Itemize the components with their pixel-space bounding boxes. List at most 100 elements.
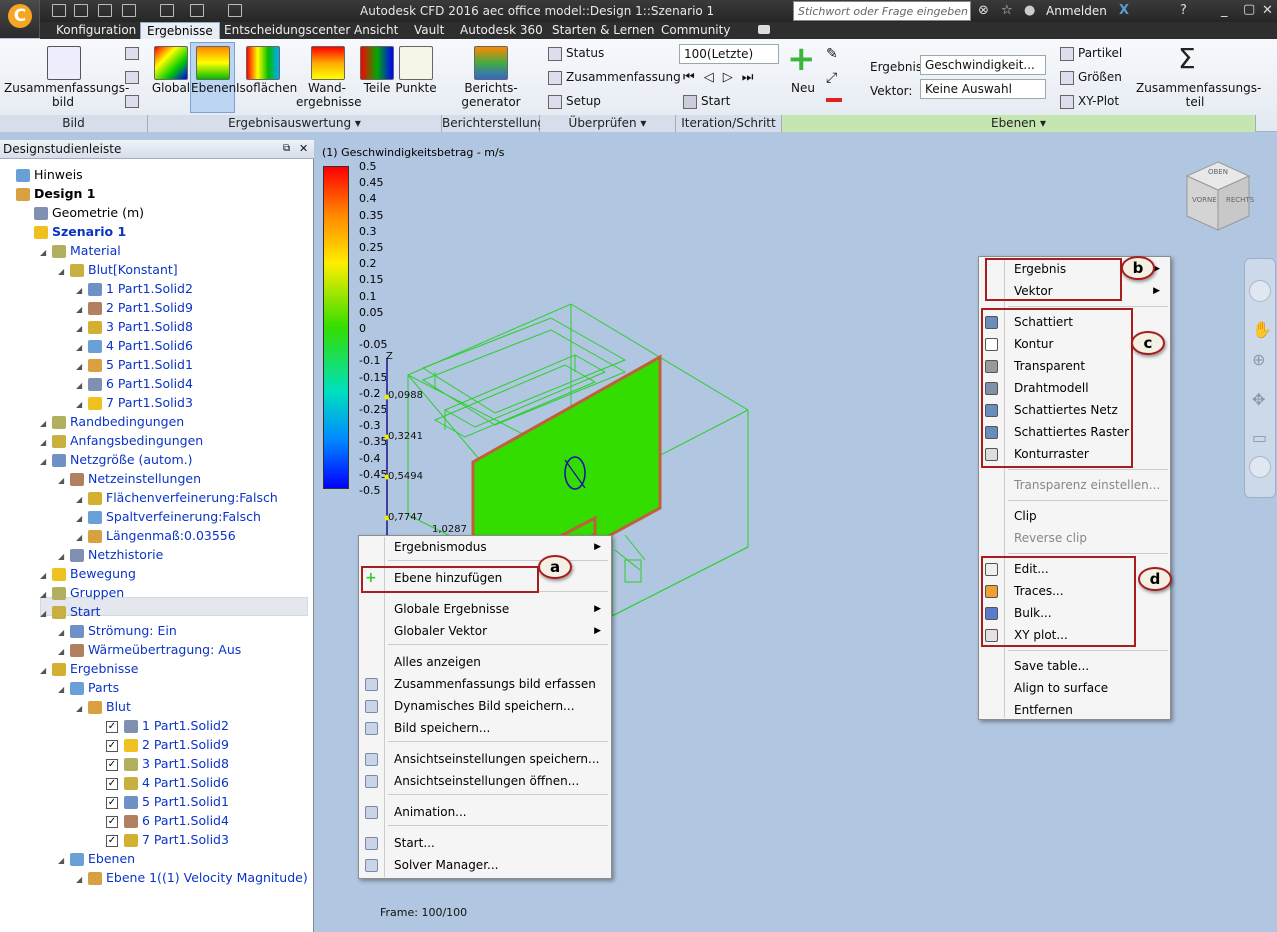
tab-entscheidungscenter[interactable]: Entscheidungscenter bbox=[218, 22, 356, 39]
checkbox[interactable]: ✓ bbox=[106, 796, 118, 809]
expand-arrow-icon[interactable]: ◢ bbox=[58, 680, 66, 699]
tree-item[interactable]: ◢ Material bbox=[4, 241, 312, 260]
tree-item[interactable]: Design 1 bbox=[4, 184, 312, 203]
expand-arrow-icon[interactable]: ◢ bbox=[40, 452, 48, 471]
open-folder-icon[interactable] bbox=[74, 4, 88, 17]
application-menu-button[interactable]: C bbox=[0, 0, 40, 38]
expand-arrow-icon[interactable]: ◢ bbox=[40, 604, 48, 623]
status-button[interactable]: Status bbox=[548, 46, 604, 61]
tree-item[interactable]: ◢ Ergebnisse bbox=[4, 659, 312, 678]
sign-in-link[interactable]: Anmelden bbox=[1046, 4, 1107, 18]
image-icon[interactable] bbox=[125, 95, 139, 108]
menu-item-dynamisches-bild-speichern[interactable]: Dynamisches Bild speichern... bbox=[359, 695, 609, 717]
iteration-nav-icons[interactable]: ⏮◁▷⏭ bbox=[683, 70, 762, 85]
setup-button[interactable]: Setup bbox=[548, 94, 601, 109]
menu-item-entfernen[interactable]: Entfernen bbox=[979, 699, 1168, 721]
tree-item[interactable]: ◢ Flächenverfeinerung:Falsch bbox=[4, 488, 312, 507]
image-icon[interactable] bbox=[125, 47, 139, 60]
settings-icon[interactable] bbox=[1249, 456, 1271, 478]
settings-icon[interactable] bbox=[228, 4, 242, 17]
start-button[interactable]: Start bbox=[683, 94, 730, 109]
checkbox[interactable]: ✓ bbox=[106, 815, 118, 828]
tree-item[interactable]: ◢ Ebenen bbox=[4, 849, 312, 868]
help-icon[interactable]: ? bbox=[1180, 3, 1187, 18]
menu-item-ansichtseinstellungen-speichern[interactable]: Ansichtseinstellungen speichern... bbox=[359, 748, 609, 770]
maximize-icon[interactable]: ▢ bbox=[1243, 2, 1255, 17]
particles-button[interactable]: Partikel bbox=[1060, 46, 1122, 61]
tree-item[interactable]: ✓ 5 Part1.Solid1 bbox=[4, 792, 312, 811]
tree-item[interactable]: ◢ Längenmaß:0.03556 bbox=[4, 526, 312, 545]
tree-item[interactable]: Szenario 1 bbox=[4, 222, 312, 241]
panel-ergebnisauswertung-label[interactable]: Ergebnisauswertung ▾ bbox=[148, 115, 442, 132]
tree-item[interactable]: ◢ Bewegung bbox=[4, 564, 312, 583]
tab-konfiguration[interactable]: Konfiguration bbox=[50, 22, 142, 39]
move-icon[interactable]: ⤢ bbox=[826, 70, 837, 86]
tree-item[interactable]: ◢ Blut bbox=[4, 697, 312, 716]
tab-ansicht[interactable]: Ansicht bbox=[348, 22, 404, 39]
camera-icon[interactable] bbox=[47, 46, 81, 80]
tree-item[interactable]: ◢ 2 Part1.Solid9 bbox=[4, 298, 312, 317]
tree-item[interactable]: ◢ 3 Part1.Solid8 bbox=[4, 317, 312, 336]
panel-ebenen-label[interactable]: Ebenen ▾ bbox=[782, 115, 1256, 132]
tab-ergebnisse[interactable]: Ergebnisse bbox=[140, 22, 220, 39]
summary-image-button[interactable]: Zusammenfassungs- bild bbox=[4, 81, 129, 109]
menu-item-bild-speichern[interactable]: Bild speichern... bbox=[359, 717, 609, 739]
tree-item[interactable]: ◢ Strömung: Ein bbox=[4, 621, 312, 640]
menu-item-clip[interactable]: Clip bbox=[979, 505, 1168, 527]
expand-arrow-icon[interactable]: ◢ bbox=[76, 699, 84, 718]
tree-item[interactable]: Hinweis bbox=[4, 165, 312, 184]
menu-item-ergebnismodus[interactable]: Ergebnismodus ▶ bbox=[359, 536, 609, 558]
view-icon[interactable] bbox=[160, 4, 174, 17]
orbit-icon[interactable]: ✥ bbox=[1252, 390, 1265, 409]
menu-item-align-to-surface[interactable]: Align to surface bbox=[979, 677, 1168, 699]
menu-item-solver-manager[interactable]: Solver Manager... bbox=[359, 854, 609, 876]
tree-item[interactable]: ✓ 4 Part1.Solid6 bbox=[4, 773, 312, 792]
sizes-button[interactable]: Größen bbox=[1060, 70, 1122, 85]
search-input[interactable]: Stichwort oder Frage eingeben bbox=[793, 1, 971, 21]
tree-item[interactable]: ◢ 4 Part1.Solid6 bbox=[4, 336, 312, 355]
tree-item[interactable]: ◢ Start bbox=[4, 602, 312, 621]
tree-item[interactable]: ◢ Blut[Konstant] bbox=[4, 260, 312, 279]
menu-item-alles-anzeigen[interactable]: Alles anzeigen bbox=[359, 651, 609, 673]
checkbox[interactable]: ✓ bbox=[106, 834, 118, 847]
tree-item[interactable]: ✓ 1 Part1.Solid2 bbox=[4, 716, 312, 735]
tree-item[interactable]: ◢ 5 Part1.Solid1 bbox=[4, 355, 312, 374]
tree-item[interactable]: Geometrie (m) bbox=[4, 203, 312, 222]
tree-item[interactable]: ◢ Netzgröße (autom.) bbox=[4, 450, 312, 469]
checkbox[interactable]: ✓ bbox=[106, 739, 118, 752]
panel-ueberpruefen-label[interactable]: Überprüfen ▾ bbox=[540, 115, 676, 132]
vector-select[interactable]: Keine Auswahl bbox=[920, 79, 1046, 99]
tree-item[interactable]: ◢ Netzhistorie bbox=[4, 545, 312, 564]
checkbox[interactable]: ✓ bbox=[106, 720, 118, 733]
tree-item[interactable]: ◢ Parts bbox=[4, 678, 312, 697]
window-icon[interactable] bbox=[190, 4, 204, 17]
result-select[interactable]: Geschwindigkeit... bbox=[920, 55, 1046, 75]
teile-button[interactable]: Teile bbox=[358, 81, 396, 95]
new-file-icon[interactable] bbox=[52, 4, 66, 17]
iteration-select[interactable]: 100(Letzte) bbox=[679, 44, 779, 64]
punkte-button[interactable]: Punkte bbox=[394, 81, 438, 95]
tree-item[interactable]: ✓ 7 Part1.Solid3 bbox=[4, 830, 312, 849]
menu-item-animation[interactable]: Animation... bbox=[359, 801, 609, 823]
tree-item[interactable]: ◢ Ebene 1((1) Velocity Magnitude) bbox=[4, 868, 312, 887]
tab-autodesk-360[interactable]: Autodesk 360 bbox=[454, 22, 549, 39]
menu-item-globaler-vektor[interactable]: Globaler Vektor ▶ bbox=[359, 620, 609, 642]
menu-item-start[interactable]: Start... bbox=[359, 832, 609, 854]
save-all-icon[interactable] bbox=[122, 4, 136, 17]
float-icon[interactable]: ⧉ bbox=[283, 143, 290, 154]
look-at-icon[interactable]: ▭ bbox=[1252, 428, 1267, 447]
menu-item-ansichtseinstellungen-öffnen[interactable]: Ansichtseinstellungen öffnen... bbox=[359, 770, 609, 792]
tree-item[interactable]: ◢ Spaltverfeinerung:Falsch bbox=[4, 507, 312, 526]
save-icon[interactable] bbox=[98, 4, 112, 17]
tree-item[interactable]: ✓ 2 Part1.Solid9 bbox=[4, 735, 312, 754]
user-icon[interactable]: ● bbox=[1024, 3, 1035, 18]
xyplot-button[interactable]: XY-Plot bbox=[1060, 94, 1119, 109]
image-icon[interactable] bbox=[125, 71, 139, 84]
menu-item-save-table[interactable]: Save table... bbox=[979, 655, 1168, 677]
berichtsgenerator-button[interactable]: Berichts- generator bbox=[446, 81, 536, 109]
expand-arrow-icon[interactable]: ◢ bbox=[58, 851, 66, 870]
tree-item[interactable]: ◢ 7 Part1.Solid3 bbox=[4, 393, 312, 412]
close-icon[interactable]: ✕ bbox=[299, 142, 308, 155]
tree-item[interactable]: ✓ 3 Part1.Solid8 bbox=[4, 754, 312, 773]
tree-item[interactable]: ✓ 6 Part1.Solid4 bbox=[4, 811, 312, 830]
